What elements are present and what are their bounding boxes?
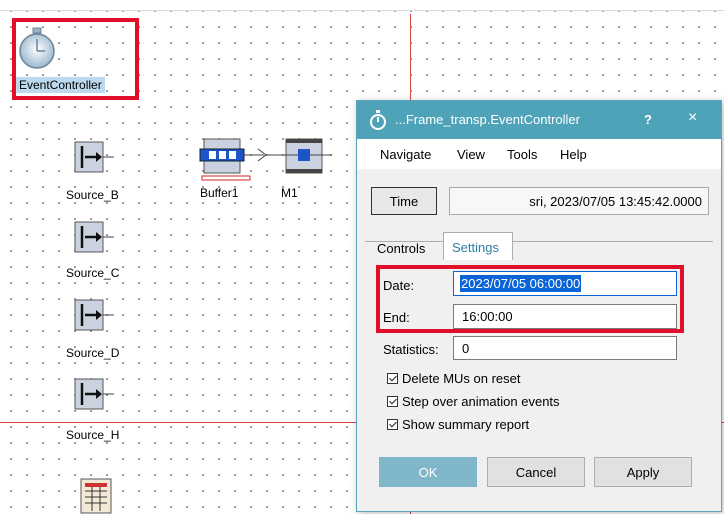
date-end-highlight: [376, 265, 684, 333]
apply-button[interactable]: Apply: [594, 457, 692, 487]
event-controller-dialog: ...Frame_transp.EventController ? × Navi…: [356, 100, 722, 512]
source-icon: [74, 299, 114, 331]
menu-tools[interactable]: Tools: [507, 147, 537, 162]
machine-icon: [284, 138, 332, 174]
help-icon[interactable]: ?: [644, 112, 652, 127]
summary-report-checkbox[interactable]: Show summary report: [387, 417, 529, 432]
top-edge: [0, 0, 724, 11]
dialog-titlebar[interactable]: ...Frame_transp.EventController ? ×: [357, 101, 721, 139]
buffer-icon: [199, 138, 286, 181]
menu-help[interactable]: Help: [560, 147, 587, 162]
source-icon: [74, 378, 114, 410]
source-h-label: Source_H: [66, 428, 120, 442]
time-value-field: sri, 2023/07/05 13:45:42.0000: [449, 187, 709, 215]
delete-mus-label: Delete MUs on reset: [402, 371, 521, 386]
statistics-input[interactable]: 0: [453, 336, 677, 360]
stopwatch-icon: [370, 110, 386, 130]
source-icon: [74, 221, 114, 253]
dialog-menubar: Navigate View Tools Help: [357, 139, 721, 169]
buffer1-label: Buffer1: [200, 186, 239, 200]
statistics-label: Statistics:: [383, 342, 439, 357]
checkbox-check-icon: [387, 419, 398, 430]
delete-mus-checkbox[interactable]: Delete MUs on reset: [387, 371, 521, 386]
cancel-button[interactable]: Cancel: [487, 457, 585, 487]
menu-view[interactable]: View: [457, 147, 485, 162]
close-icon[interactable]: ×: [688, 109, 697, 127]
source-c-label: Source_C: [66, 266, 120, 280]
source-d-label: Source_D: [66, 346, 120, 360]
menu-navigate[interactable]: Navigate: [380, 147, 431, 162]
summary-report-label: Show summary report: [402, 417, 530, 432]
source-b-label: Source_B: [66, 188, 119, 202]
ok-button[interactable]: OK: [379, 457, 477, 487]
event-controller-highlight: [12, 18, 139, 100]
dialog-title: ...Frame_transp.EventController: [395, 112, 580, 127]
source-icon: [74, 141, 114, 173]
step-over-label: Step over animation events: [402, 394, 560, 409]
tab-settings-label: Settings: [452, 240, 499, 255]
m1-label: M1: [281, 186, 298, 200]
tab-controls[interactable]: Controls: [377, 241, 425, 256]
step-over-checkbox[interactable]: Step over animation events: [387, 394, 560, 409]
table-file-icon[interactable]: [80, 478, 114, 514]
checkbox-check-icon: [387, 373, 398, 384]
checkbox-check-icon: [387, 396, 398, 407]
tab-settings[interactable]: Settings: [443, 232, 513, 260]
time-button[interactable]: Time: [371, 187, 437, 215]
